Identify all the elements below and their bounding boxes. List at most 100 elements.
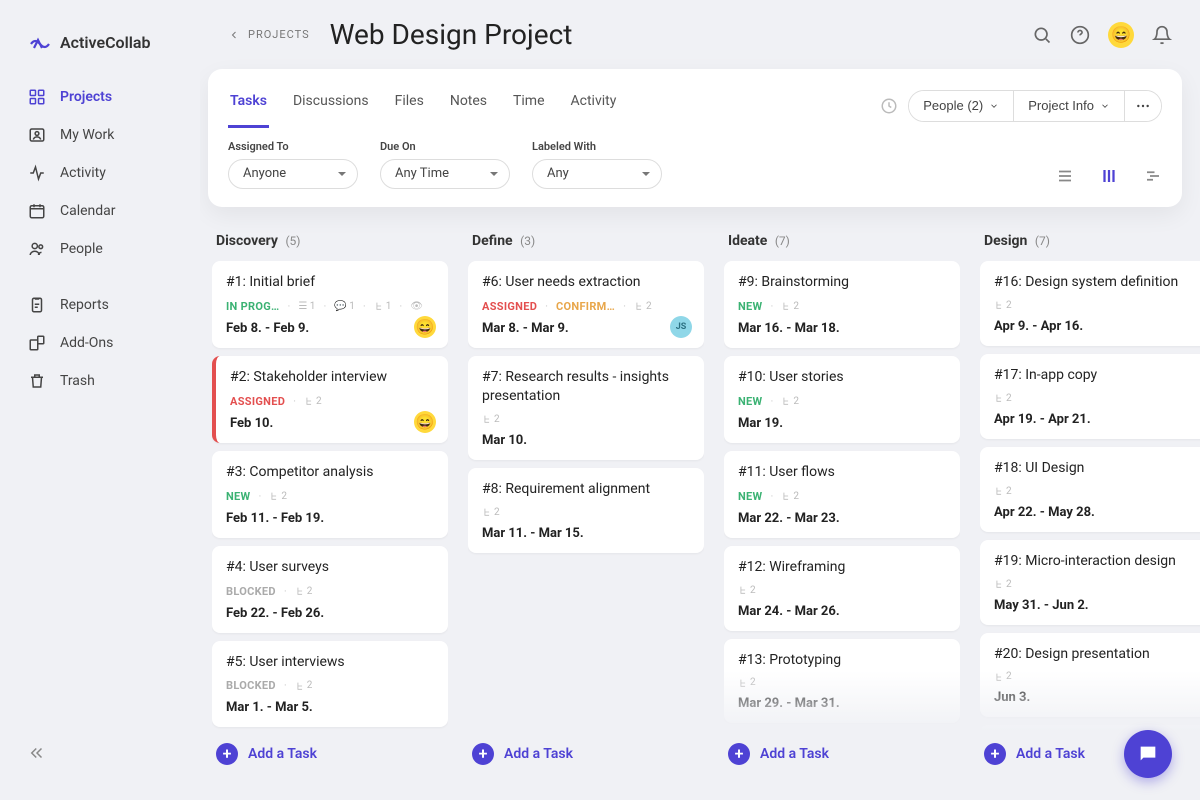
task-card[interactable]: #20: Design presentation 2 Jun 3. <box>980 633 1200 718</box>
sidebar: ActiveCollab ProjectsMy WorkActivityCale… <box>0 0 200 800</box>
task-card[interactable]: #5: User interviews BLOCKED· 2 Mar 1. - … <box>212 641 448 728</box>
sidebar-collapse-button[interactable] <box>0 726 200 780</box>
nav-addons[interactable]: Add-Ons <box>0 324 200 362</box>
status-badge: NEW <box>738 300 762 313</box>
tab-discussions[interactable]: Discussions <box>291 83 371 128</box>
view-board-icon[interactable] <box>1100 167 1118 185</box>
nav-my-work[interactable]: My Work <box>0 116 200 154</box>
add-task-button[interactable]: + Add a Task <box>468 731 704 777</box>
page-title: Web Design Project <box>330 18 573 51</box>
task-card[interactable]: #10: User stories NEW· 2 Mar 19. <box>724 356 960 443</box>
card-date: Mar 11. - Mar 15. <box>482 526 690 541</box>
filter-label: Labeled With <box>532 140 662 153</box>
search-icon[interactable] <box>1032 25 1052 45</box>
task-card[interactable]: #4: User surveys BLOCKED· 2 Feb 22. - Fe… <box>212 546 448 633</box>
task-card[interactable]: #19: Micro-interaction design 2 May 31. … <box>980 540 1200 625</box>
tab-files[interactable]: Files <box>393 83 426 128</box>
card-meta: BLOCKED· 2 <box>226 585 434 598</box>
card-date: Apr 9. - Apr 16. <box>994 319 1200 334</box>
task-card[interactable]: #18: UI Design 2 Apr 22. - May 28. <box>980 447 1200 532</box>
card-title: #6: User needs extraction <box>482 273 690 292</box>
project-info-dropdown[interactable]: Project Info <box>1013 91 1124 121</box>
status-badge: NEW <box>226 490 250 503</box>
logo[interactable]: ActiveCollab <box>0 20 200 78</box>
card-date: Mar 29. - Mar 31. <box>738 696 946 711</box>
tabs: Tasks Discussions Files Notes Time Activity <box>228 83 618 128</box>
nav-activity[interactable]: Activity <box>0 154 200 192</box>
add-task-label: Add a Task <box>1016 746 1085 762</box>
task-card[interactable]: #6: User needs extraction ASSIGNED·CONFI… <box>468 261 704 348</box>
subtask-icon: 2 <box>781 491 799 502</box>
view-timeline-icon[interactable] <box>1144 167 1162 185</box>
labeled-with-select[interactable]: Any <box>532 159 662 189</box>
add-task-label: Add a Task <box>248 746 317 762</box>
nav-projects[interactable]: Projects <box>0 78 200 116</box>
overflow-menu-button[interactable] <box>1124 91 1161 121</box>
nav-trash[interactable]: Trash <box>0 362 200 400</box>
nav-calendar[interactable]: Calendar <box>0 192 200 230</box>
chat-fab[interactable] <box>1124 730 1172 778</box>
card-date: Feb 8. - Feb 9. <box>226 321 434 336</box>
topbar: PROJECTS Web Design Project 😄 <box>200 0 1200 61</box>
add-task-label: Add a Task <box>504 746 573 762</box>
card-meta: ASSIGNED· 2 <box>230 395 434 408</box>
bell-icon[interactable] <box>1152 25 1172 45</box>
plus-icon: + <box>472 743 494 765</box>
task-card[interactable]: #7: Research results - insights presenta… <box>468 356 704 460</box>
card-title: #3: Competitor analysis <box>226 463 434 482</box>
help-icon[interactable] <box>1070 25 1090 45</box>
column-header: Discovery (5) <box>212 227 448 261</box>
task-card[interactable]: #21: Client feedback <box>980 725 1200 731</box>
card-date: Feb 11. - Feb 19. <box>226 511 434 526</box>
subtask-icon: 2 <box>482 414 500 425</box>
task-card[interactable]: #1: Initial brief IN PROG…·☰ 1·💬 1· 1·👁 … <box>212 261 448 348</box>
due-on-select[interactable]: Any Time <box>380 159 510 189</box>
task-card[interactable]: #13: Prototyping 2 Mar 29. - Mar 31. <box>724 639 960 724</box>
task-card[interactable]: #16: Design system definition 2 Apr 9. -… <box>980 261 1200 346</box>
status-badge: BLOCKED <box>226 679 276 692</box>
plus-icon: + <box>984 743 1006 765</box>
breadcrumb[interactable]: PROJECTS <box>228 28 310 41</box>
nav-projects-icon <box>28 88 46 106</box>
view-list-icon[interactable] <box>1056 167 1074 185</box>
subtask-icon: 2 <box>781 301 799 312</box>
clock-icon[interactable] <box>880 97 898 115</box>
content-header: Tasks Discussions Files Notes Time Activity P… <box>208 69 1182 207</box>
card-date: Mar 1. - Mar 5. <box>226 700 434 715</box>
task-card[interactable]: #9: Brainstorming NEW· 2 Mar 16. - Mar 1… <box>724 261 960 348</box>
subtask-icon: 2 <box>994 486 1012 497</box>
card-meta: 2 <box>482 507 690 518</box>
task-card[interactable]: #8: Requirement alignment 2 Mar 11. - Ma… <box>468 468 704 553</box>
task-card[interactable]: #17: In-app copy 2 Apr 19. - Apr 21. <box>980 354 1200 439</box>
column-header: Define (3) <box>468 227 704 261</box>
add-task-button[interactable]: +Add a Task <box>212 731 448 777</box>
nav-people[interactable]: People <box>0 230 200 268</box>
breadcrumb-label: PROJECTS <box>248 28 310 41</box>
task-card[interactable]: #3: Competitor analysis NEW· 2 Feb 11. -… <box>212 451 448 538</box>
add-task-button[interactable]: +Add a Task <box>724 731 960 777</box>
card-date: Apr 19. - Apr 21. <box>994 412 1200 427</box>
card-date: Feb 22. - Feb 26. <box>226 606 434 621</box>
card-title: #5: User interviews <box>226 653 434 672</box>
nav-label: Reports <box>60 297 109 313</box>
column-discovery: Discovery (5) #1: Initial brief IN PROG…… <box>212 227 448 777</box>
card-meta: IN PROG…·☰ 1·💬 1· 1·👁 <box>226 300 434 313</box>
card-title: #7: Research results - insights presenta… <box>482 368 690 406</box>
people-dropdown[interactable]: People (2) <box>909 91 1013 121</box>
status-badge: BLOCKED <box>226 585 276 598</box>
column-count: (3) <box>520 234 535 248</box>
status-badge: IN PROG… <box>226 300 279 313</box>
nav-reports[interactable]: Reports <box>0 286 200 324</box>
task-card[interactable]: #12: Wireframing 2 Mar 24. - Mar 26. <box>724 546 960 631</box>
tab-tasks[interactable]: Tasks <box>228 83 269 128</box>
task-card[interactable]: #2: Stakeholder interview ASSIGNED· 2 Fe… <box>212 356 448 443</box>
tab-notes[interactable]: Notes <box>448 83 489 128</box>
tab-activity[interactable]: Activity <box>569 83 619 128</box>
card-title: #20: Design presentation <box>994 645 1200 664</box>
card-title: #4: User surveys <box>226 558 434 577</box>
task-card[interactable]: #11: User flows NEW· 2 Mar 22. - Mar 23. <box>724 451 960 538</box>
assigned-to-select[interactable]: Anyone <box>228 159 358 189</box>
user-avatar[interactable]: 😄 <box>1108 22 1134 48</box>
subtask-icon: 2 <box>634 301 652 312</box>
tab-time[interactable]: Time <box>511 83 546 128</box>
